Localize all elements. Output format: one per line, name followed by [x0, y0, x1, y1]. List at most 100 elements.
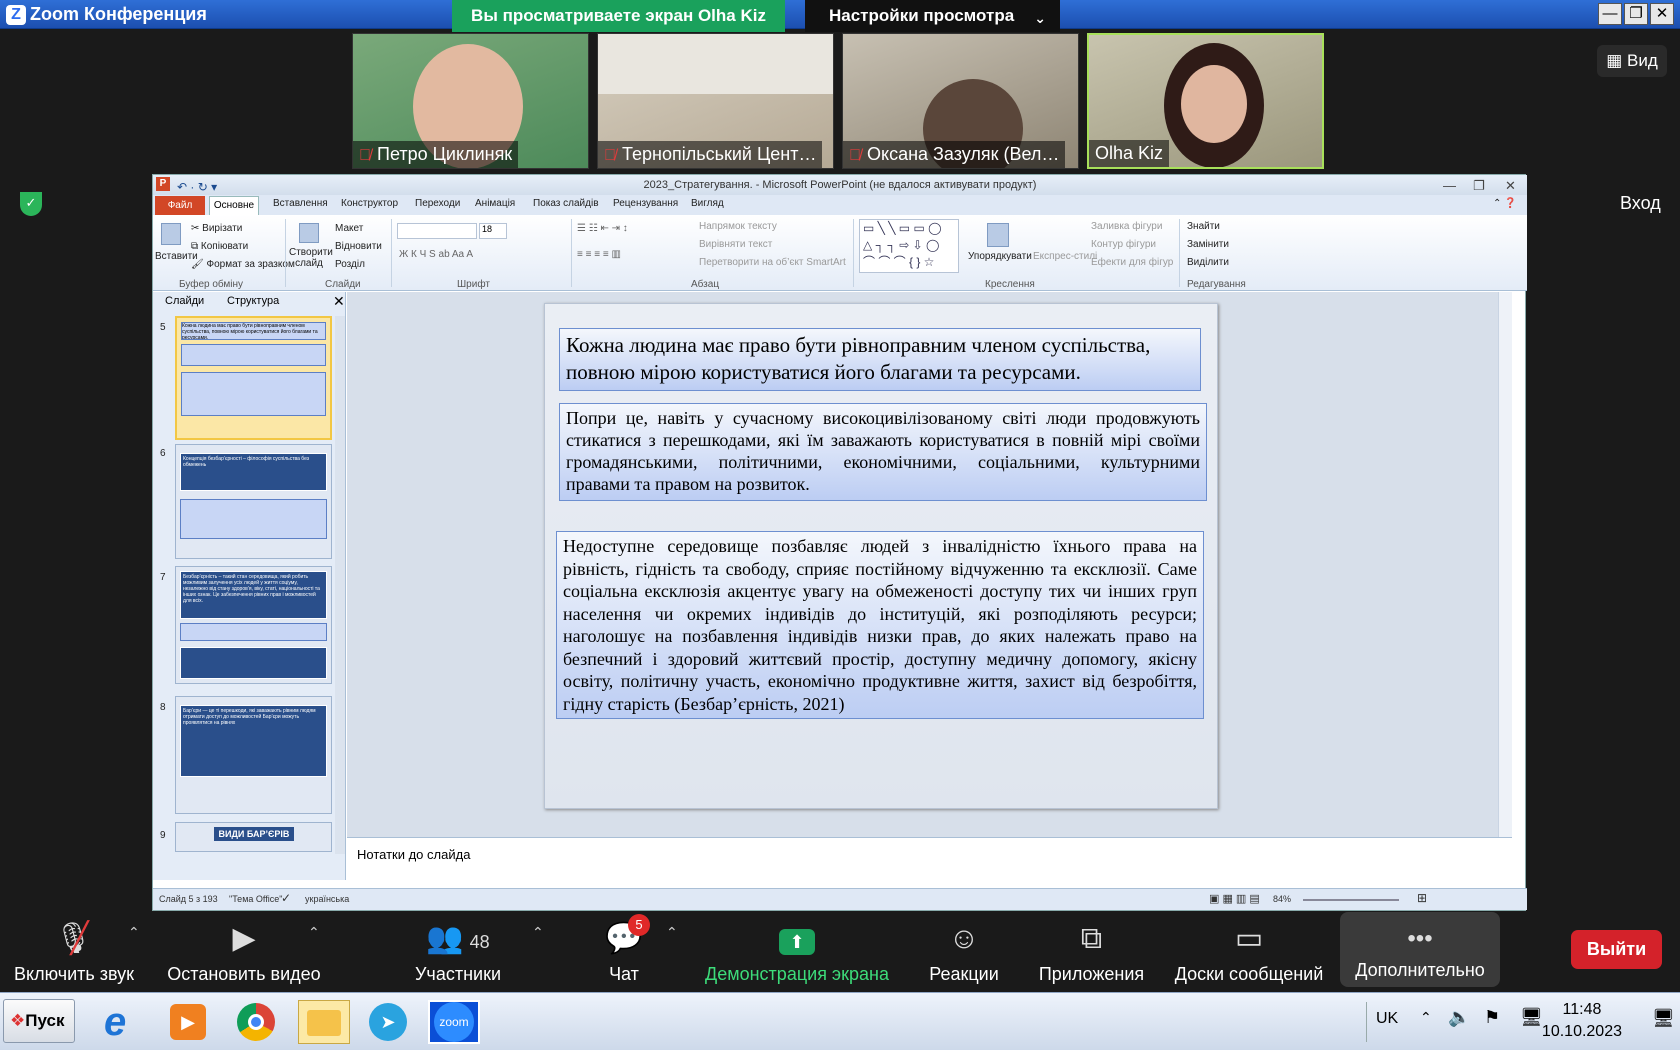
- restore-button[interactable]: ❐: [1624, 3, 1648, 25]
- ribbon-collapse-icon[interactable]: ⌃ ❓: [1493, 198, 1517, 209]
- slide-thumb-9[interactable]: ВИДИ БАР’ЄРІВ: [175, 822, 332, 852]
- section-button[interactable]: Розділ: [335, 259, 365, 270]
- video-options-caret-icon[interactable]: ⌃: [308, 924, 320, 941]
- layout-button[interactable]: Макет: [335, 223, 363, 234]
- zoom-icon[interactable]: zoom: [428, 1000, 480, 1044]
- participants-caret-icon[interactable]: ⌃: [532, 924, 544, 941]
- apps-button[interactable]: ⧉ Приложения: [1034, 912, 1149, 985]
- slide-thumb-8[interactable]: Бар’єри — це ті перешкоди, які заважають…: [175, 696, 332, 814]
- chat-button[interactable]: 💬 Чат 5: [594, 912, 654, 985]
- font-format-icons[interactable]: Ж К Ч S ab Aa A: [399, 249, 473, 260]
- minimize-button[interactable]: —: [1598, 3, 1622, 25]
- text-direction-button[interactable]: Напрямок тексту: [699, 221, 777, 232]
- align-buttons[interactable]: ≡ ≡ ≡ ≡ ▥: [577, 249, 621, 260]
- mic-muted-icon: 🎙̸: [849, 147, 861, 164]
- video-tile-2[interactable]: 🎙̸ Тернопільський Цент…: [597, 33, 834, 169]
- stop-video-button[interactable]: ▶ Остановить видео: [164, 912, 324, 985]
- new-slide-button[interactable]: Створити слайд: [289, 247, 333, 269]
- font-size-input[interactable]: 18: [479, 223, 507, 239]
- tab-design[interactable]: Конструктор: [341, 198, 398, 209]
- tab-slideshow[interactable]: Показ слайдів: [533, 198, 599, 209]
- tab-review[interactable]: Рецензування: [613, 198, 678, 209]
- list-buttons[interactable]: ☰ ☷ ⇤ ⇥ ↕: [577, 223, 628, 234]
- volume-icon[interactable]: 🔈: [1448, 1007, 1470, 1028]
- zoom-slider[interactable]: [1303, 899, 1399, 901]
- participants-button[interactable]: 👥 48 Участники: [412, 912, 504, 985]
- quick-access-toolbar[interactable]: ↶ · ↻ ▾: [177, 177, 217, 197]
- network-icon[interactable]: 🖥: [1520, 1007, 1543, 1028]
- reset-button[interactable]: Відновити: [335, 241, 382, 252]
- chat-caret-icon[interactable]: ⌃: [666, 924, 678, 941]
- pane-tab-outline[interactable]: Структура: [227, 295, 279, 307]
- system-clock[interactable]: 11:48 10.10.2023: [1542, 999, 1622, 1043]
- shape-fill-button[interactable]: Заливка фігури: [1091, 221, 1162, 232]
- action-center-flag-icon[interactable]: ⚑: [1484, 1007, 1500, 1028]
- ie-icon[interactable]: e: [104, 1000, 156, 1044]
- start-button[interactable]: ❖Пуск: [3, 999, 75, 1043]
- status-theme: "Тема Office": [229, 894, 283, 904]
- tab-home[interactable]: Основне: [209, 196, 259, 215]
- notes-area[interactable]: Нотатки до слайда: [347, 837, 1512, 874]
- slide-thumb-5[interactable]: Кожна людина має право бути рівноправним…: [175, 316, 332, 440]
- view-button[interactable]: ▦ Вид: [1597, 45, 1667, 77]
- quick-styles-button[interactable]: Експрес-стилі: [1033, 251, 1097, 262]
- find-button[interactable]: Знайти: [1187, 221, 1220, 232]
- unmute-button[interactable]: 🎙╱ Включить звук: [14, 912, 134, 985]
- pane-tab-slides[interactable]: Слайди: [165, 295, 204, 307]
- pane-scrollbar[interactable]: [335, 316, 345, 854]
- tab-view[interactable]: Вигляд: [691, 198, 724, 209]
- thumb-box: [180, 499, 327, 539]
- show-desktop-icon[interactable]: 🖥: [1652, 1008, 1675, 1029]
- audio-options-caret-icon[interactable]: ⌃: [128, 924, 140, 941]
- convert-smartart-button[interactable]: Перетворити на об’єкт SmartArt: [699, 257, 846, 268]
- shape-outline-button[interactable]: Контур фігури: [1091, 239, 1156, 250]
- slide-thumb-6[interactable]: Концепція безбар’єрності – філософія сус…: [175, 444, 332, 559]
- chrome-icon[interactable]: [234, 1000, 286, 1044]
- leave-button[interactable]: Выйти: [1571, 930, 1662, 969]
- share-screen-button[interactable]: ⬆ Демонстрация экрана: [700, 912, 894, 985]
- ppt-close-icon[interactable]: ✕: [1505, 176, 1516, 196]
- arrange-button[interactable]: Упорядкувати: [968, 251, 1032, 262]
- whiteboards-button[interactable]: ▭ Доски сообщений: [1170, 912, 1328, 985]
- font-name-input[interactable]: [397, 223, 477, 239]
- explorer-icon[interactable]: [298, 1000, 350, 1044]
- tab-animation[interactable]: Анімація: [475, 198, 515, 209]
- shape-effects-button[interactable]: Ефекти для фігур: [1091, 257, 1173, 268]
- copy-button[interactable]: ⧉ Копіювати: [191, 241, 248, 252]
- enter-label[interactable]: Вход: [1620, 193, 1661, 214]
- tray-expand-icon[interactable]: ⌃: [1420, 1009, 1432, 1026]
- align-text-button[interactable]: Вирівняти текст: [699, 239, 772, 250]
- ppt-restore-icon[interactable]: ❐: [1473, 176, 1485, 196]
- view-settings-button[interactable]: Настройки просмотра ⌄: [805, 0, 1060, 32]
- video-tile-4-active-speaker[interactable]: Olha Kiz: [1087, 33, 1324, 169]
- telegram-icon[interactable]: ➤: [366, 1000, 418, 1044]
- ppt-minimize-icon[interactable]: —: [1443, 176, 1456, 196]
- cut-button[interactable]: ✂ Вирізати: [191, 223, 242, 234]
- select-button[interactable]: Виділити: [1187, 257, 1229, 268]
- more-button[interactable]: ••• Дополнительно: [1340, 912, 1500, 987]
- slide-textbox-3[interactable]: Недоступне середовище позбавляє людей з …: [556, 531, 1204, 719]
- fit-slide-icon[interactable]: ⊞: [1417, 891, 1427, 905]
- encryption-shield-icon[interactable]: ✓: [20, 192, 42, 216]
- tab-file[interactable]: Файл: [155, 196, 205, 215]
- smiley-plus-icon: ☺: [948, 922, 980, 955]
- slide-scrollbar[interactable]: [1498, 292, 1512, 837]
- media-player-icon[interactable]: ▶: [166, 1000, 218, 1044]
- tab-transitions[interactable]: Переходи: [415, 198, 460, 209]
- zoom-logo-icon: Z: [6, 5, 26, 25]
- reactions-button[interactable]: ☺ Реакции: [924, 912, 1004, 985]
- shapes-gallery[interactable]: ▭ ╲ ╲ ▭ ▭ ◯ △ ┐ ┐ ⇨ ⇩ ◯ ⌒ ⌒ ⌒ { } ☆: [859, 219, 959, 273]
- video-tile-1[interactable]: 🎙̸ Петро Циклиняк: [352, 33, 589, 169]
- pane-close-icon[interactable]: ✕: [333, 293, 345, 310]
- replace-button[interactable]: Замінити: [1187, 239, 1229, 250]
- close-button[interactable]: ✕: [1650, 3, 1674, 25]
- spellcheck-icon[interactable]: ✓: [281, 891, 291, 905]
- slide-textbox-2[interactable]: Попри це, навіть у сучасному високоцивіл…: [559, 403, 1207, 501]
- tab-insert[interactable]: Вставлення: [273, 198, 328, 209]
- view-mode-icons[interactable]: ▣ ▦ ▥ ▤: [1209, 892, 1260, 905]
- language-indicator[interactable]: UK: [1376, 1010, 1398, 1028]
- slide-thumb-7[interactable]: Безбар’єрність – такий стан середовища, …: [175, 566, 332, 684]
- slide-textbox-1[interactable]: Кожна людина має право бути рівноправним…: [559, 328, 1201, 391]
- format-painter-button[interactable]: 🖌 Формат за зразком: [191, 259, 295, 270]
- video-tile-3[interactable]: 🎙̸ Оксана Зазуляк (Вел…: [842, 33, 1079, 169]
